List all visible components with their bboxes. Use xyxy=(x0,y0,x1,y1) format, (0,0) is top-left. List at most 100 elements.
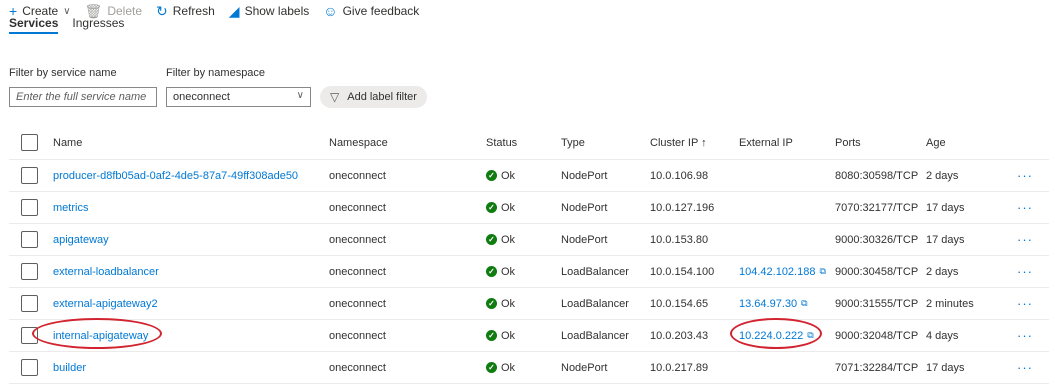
type-cell-text: LoadBalancer xyxy=(561,265,629,278)
row-checkbox[interactable] xyxy=(21,167,38,184)
service-name-link[interactable]: apigateway xyxy=(53,224,109,255)
more-actions-button-text: ··· xyxy=(1017,168,1033,183)
namespace-cell-text: oneconnect xyxy=(329,265,386,278)
service-name-link[interactable]: producer-d8fb05ad-0af2-4de5-87a7-49ff308… xyxy=(53,160,298,191)
column-header-name[interactable]: Name xyxy=(53,126,82,159)
column-header-external-ip[interactable]: External IP xyxy=(739,126,793,159)
namespace-cell: oneconnect xyxy=(329,352,386,383)
more-actions-button[interactable]: ··· xyxy=(1017,288,1033,319)
age-cell-text: 2 days xyxy=(926,169,959,182)
filter-icon: ▽ xyxy=(330,90,340,104)
check-circle-icon: ✓ xyxy=(486,298,497,309)
ports-cell-text: 7070:32177/TCP xyxy=(835,201,919,214)
show-labels-button[interactable]: ◢ Show labels xyxy=(229,4,310,18)
row-checkbox[interactable] xyxy=(21,295,38,312)
external-link-icon: ⧉ xyxy=(807,330,814,340)
row-checkbox[interactable] xyxy=(21,199,38,216)
delete-button[interactable]: 🗑 Delete xyxy=(85,4,142,18)
age-cell: 2 days xyxy=(926,256,958,287)
namespace-cell-text: oneconnect xyxy=(329,297,386,310)
external-ip-link[interactable]: 104.42.102.188 ⧉ xyxy=(739,256,826,287)
age-cell: 17 days xyxy=(926,192,965,223)
status-cell-text: Ok xyxy=(501,233,516,246)
check-circle-icon: ✓ xyxy=(486,330,497,341)
service-name-placeholder: Enter the full service name xyxy=(16,91,147,103)
row-checkbox[interactable] xyxy=(21,359,38,376)
trash-icon: 🗑 xyxy=(84,3,103,19)
column-header-namespace[interactable]: Namespace xyxy=(329,126,388,159)
table-row[interactable]: external-apigateway2 oneconnect ✓ Ok LoadBal… xyxy=(9,288,1049,320)
table-row[interactable]: metrics oneconnect ✓ Ok NodePort 10.0.127.196… xyxy=(9,192,1049,224)
more-actions-button-text: ··· xyxy=(1017,200,1033,215)
chevron-down-icon: ∨ xyxy=(296,90,304,101)
namespace-select[interactable]: oneconnect ∨ xyxy=(166,87,311,107)
add-label-filter-button[interactable]: ▽ Add label filter xyxy=(320,86,427,108)
status-cell-text: Ok xyxy=(501,329,516,342)
row-checkbox[interactable] xyxy=(21,231,38,248)
filter-service-name-label: Filter by service name xyxy=(9,67,117,79)
external-ip-link-text: 13.64.97.30 xyxy=(739,297,798,310)
table-row[interactable]: apigateway oneconnect ✓ Ok NodePort 10.0.153.… xyxy=(9,224,1049,256)
external-ip-link-text: 104.42.102.188 xyxy=(739,265,816,278)
table-row[interactable]: external-loadbalancer oneconnect ✓ Ok LoadBa… xyxy=(9,256,1049,288)
service-name-link[interactable]: metrics xyxy=(53,192,88,223)
namespace-cell-text: oneconnect xyxy=(329,361,386,374)
refresh-icon: ↻ xyxy=(156,3,168,19)
table-row[interactable]: producer-d8fb05ad-0af2-4de5-87a7-49ff308… xyxy=(9,160,1049,192)
table-row[interactable]: internal-apigateway oneconnect ✓ Ok LoadBala… xyxy=(9,320,1049,352)
external-ip-link[interactable]: 10.224.0.222 ⧉ xyxy=(739,320,814,351)
create-button[interactable]: + Create ∨ xyxy=(9,4,71,18)
table-row[interactable]: builder oneconnect ✓ Ok NodePort 10.0.217.89 7… xyxy=(9,352,1049,384)
namespace-cell: oneconnect xyxy=(329,256,386,287)
column-header-status[interactable]: Status xyxy=(486,126,517,159)
status-cell: ✓ Ok xyxy=(486,320,515,351)
row-checkbox[interactable] xyxy=(21,263,38,280)
status-cell-text: Ok xyxy=(501,169,516,182)
age-cell-text: 17 days xyxy=(926,233,965,246)
namespace-cell: oneconnect xyxy=(329,224,386,255)
service-name-input[interactable]: Enter the full service name xyxy=(9,87,157,107)
service-name-link[interactable]: builder xyxy=(53,352,86,383)
refresh-button[interactable]: ↻ Refresh xyxy=(156,4,215,18)
column-header-type[interactable]: Type xyxy=(561,126,585,159)
type-cell: NodePort xyxy=(561,192,607,223)
ports-cell: 9000:31555/TCP xyxy=(835,288,918,319)
tag-icon: ◢ xyxy=(228,3,240,19)
status-cell-text: Ok xyxy=(501,201,516,214)
column-header-ports[interactable]: Ports xyxy=(835,126,861,159)
column-header-cluster-ip[interactable]: Cluster IP ↑ xyxy=(650,126,707,159)
more-actions-button[interactable]: ··· xyxy=(1017,192,1033,223)
namespace-cell-text: oneconnect xyxy=(329,169,386,182)
column-header-age[interactable]: Age xyxy=(926,126,946,159)
row-checkbox[interactable] xyxy=(21,327,38,344)
service-name-link-text: external-loadbalancer xyxy=(53,265,159,278)
check-circle-icon: ✓ xyxy=(486,202,497,213)
service-name-link[interactable]: external-loadbalancer xyxy=(53,256,159,287)
more-actions-button-text: ··· xyxy=(1017,360,1033,375)
ports-cell: 8080:30598/TCP xyxy=(835,160,918,191)
type-cell-text: NodePort xyxy=(561,361,608,374)
more-actions-button[interactable]: ··· xyxy=(1017,224,1033,255)
type-cell-text: NodePort xyxy=(561,233,608,246)
type-cell: LoadBalancer xyxy=(561,320,629,351)
command-bar: + Create ∨ 🗑 Delete ↻ Refresh ◢ Show lab… xyxy=(0,0,1055,22)
namespace-value: oneconnect xyxy=(173,91,230,103)
more-actions-button[interactable]: ··· xyxy=(1017,160,1033,191)
age-cell-text: 4 days xyxy=(926,329,959,342)
give-feedback-button[interactable]: ☺ Give feedback xyxy=(323,4,419,18)
namespace-cell: oneconnect xyxy=(329,160,386,191)
ports-cell: 9000:32048/TCP xyxy=(835,320,918,351)
ports-cell: 9000:30326/TCP xyxy=(835,224,918,255)
type-cell: NodePort xyxy=(561,160,607,191)
status-cell: ✓ Ok xyxy=(486,192,515,223)
external-ip-link[interactable]: 13.64.97.30 ⧉ xyxy=(739,288,808,319)
service-name-link[interactable]: external-apigateway2 xyxy=(53,288,158,319)
more-actions-button[interactable]: ··· xyxy=(1017,320,1033,351)
service-name-link[interactable]: internal-apigateway xyxy=(53,320,148,351)
more-actions-button[interactable]: ··· xyxy=(1017,352,1033,383)
type-cell: LoadBalancer xyxy=(561,288,629,319)
external-link-icon: ⧉ xyxy=(801,298,808,308)
select-all-checkbox[interactable] xyxy=(21,134,38,151)
more-actions-button[interactable]: ··· xyxy=(1017,256,1033,287)
status-cell: ✓ Ok xyxy=(486,256,515,287)
